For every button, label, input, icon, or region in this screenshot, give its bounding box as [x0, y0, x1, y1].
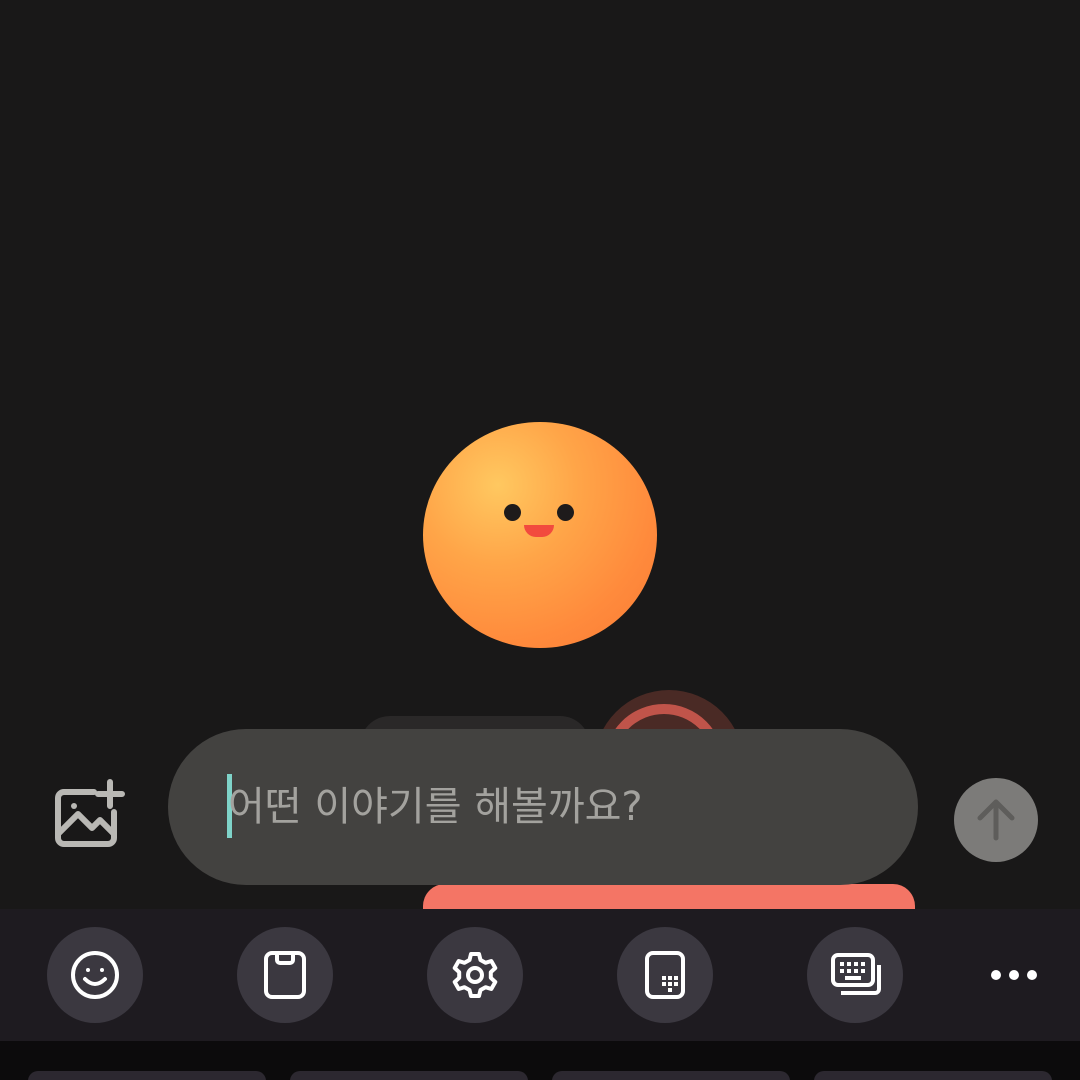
emoji-icon [71, 951, 119, 999]
clipboard-button[interactable] [237, 927, 333, 1023]
mascot-mouth [524, 525, 554, 537]
more-icon [991, 970, 1037, 980]
keypad-mode-button[interactable] [617, 927, 713, 1023]
mascot-character [423, 422, 657, 648]
keyboard-layout-icon [831, 953, 881, 995]
mascot-left-eye [504, 504, 521, 521]
arrow-up-icon [977, 799, 1015, 841]
keyboard-key[interactable] [28, 1071, 266, 1080]
keyboard-key[interactable] [552, 1071, 790, 1080]
settings-icon [452, 952, 498, 998]
keyboard-key[interactable] [814, 1071, 1052, 1080]
mascot-right-eye [557, 504, 574, 521]
message-input[interactable]: 어떤 이야기를 해볼까요? [168, 729, 918, 885]
emoji-button[interactable] [47, 927, 143, 1023]
message-input-placeholder: 어떤 이야기를 해볼까요? [228, 784, 643, 830]
keyboard-layout-button[interactable] [807, 927, 903, 1023]
more-button[interactable] [978, 949, 1058, 1001]
send-button[interactable] [954, 778, 1038, 862]
keyboard-toolbar [0, 909, 1080, 1041]
settings-button[interactable] [427, 927, 523, 1023]
keypad-mode-icon [645, 951, 685, 999]
chat-screen: 어떤 이야기를 해볼까요? [0, 0, 1080, 1080]
image-add-icon [55, 779, 125, 847]
add-image-button[interactable] [50, 776, 126, 848]
clipboard-icon [264, 951, 306, 999]
keyboard-keys-area [0, 1041, 1080, 1080]
keyboard-key[interactable] [290, 1071, 528, 1080]
